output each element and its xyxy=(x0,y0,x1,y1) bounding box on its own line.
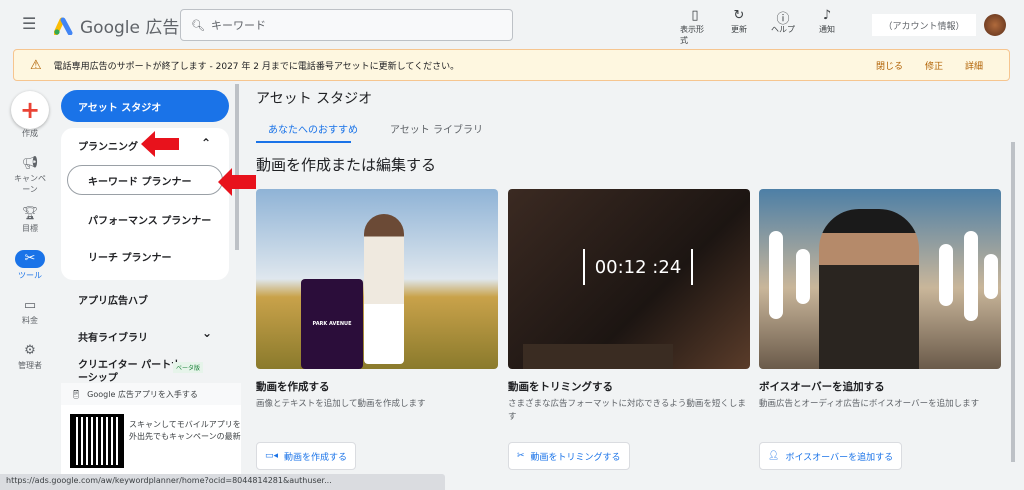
details-button[interactable]: 詳細 xyxy=(965,59,983,72)
card-description: さまざまな広告フォーマットに対応できるよう動画を短くします xyxy=(508,399,746,422)
planning-header[interactable]: プランニング xyxy=(78,138,138,153)
chevron-down-icon[interactable]: ⌄ xyxy=(202,326,212,340)
card-image[interactable]: 00:12 :24 xyxy=(508,189,750,369)
plus-icon: + xyxy=(19,96,41,124)
ads-logo-icon xyxy=(54,17,73,35)
rail-goals[interactable]: 🏆︎ 目標 xyxy=(0,206,60,234)
view-icon: ▯ xyxy=(691,8,699,23)
rail-billing[interactable]: ▭ 料金 xyxy=(0,298,60,326)
main-scrollbar[interactable] xyxy=(1011,142,1015,462)
top-bar: ☰ Google 広告 🔍︎ キーワード ▯ 表示形式 ↻ 更新 ⓘ ヘルプ ♪ 通知 （… xyxy=(0,0,1024,48)
scissors-icon: ✂ xyxy=(517,451,525,461)
card-title: ボイスオーバーを追加する xyxy=(759,381,885,393)
page-title: アセット スタジオ xyxy=(256,91,373,107)
megaphone-icon: 📢︎ xyxy=(21,156,39,171)
nav-reach-planner[interactable]: リーチ プランナー xyxy=(88,249,171,264)
create-button[interactable]: + xyxy=(11,91,49,129)
create-video-button[interactable]: ▭◂ 動画を作成する xyxy=(256,442,357,470)
trophy-icon: 🏆︎ xyxy=(21,206,39,221)
card-title: 動画をトリミングする xyxy=(508,381,613,393)
waveform-bar xyxy=(796,249,810,304)
beta-badge: ベータ版 xyxy=(173,362,204,373)
warning-icon: ⚠ xyxy=(30,57,42,73)
nav-keyword-planner[interactable]: キーワード プランナー xyxy=(67,165,223,195)
nav-creator-partnership[interactable]: クリエイター パートナーシップ xyxy=(78,359,188,385)
credit-card-icon: ▭ xyxy=(23,298,37,313)
status-bar-url: https://ads.google.com/aw/keywordplanner… xyxy=(0,474,445,490)
box-figure xyxy=(523,344,673,369)
notifications-button[interactable]: ♪ 通知 xyxy=(812,8,842,46)
add-voiceover-button[interactable]: 👤︎ ボイスオーバーを追加する xyxy=(759,442,903,470)
active-tab-indicator xyxy=(256,141,351,143)
rail-campaigns[interactable]: 📢︎ キャンペーン xyxy=(0,156,60,195)
menu-icon[interactable]: ☰ xyxy=(22,14,36,33)
fix-button[interactable]: 修正 xyxy=(925,59,943,72)
person-figure xyxy=(819,209,919,369)
card-description: 画像とテキストを追加して動画を作成します xyxy=(256,399,426,409)
avatar[interactable] xyxy=(984,14,1006,36)
help-icon: ⓘ xyxy=(776,12,790,27)
google-ads-logo[interactable]: Google 広告 xyxy=(54,13,179,38)
nav-asset-studio[interactable]: アセット スタジオ xyxy=(61,90,229,122)
search-input[interactable]: 🔍︎ キーワード xyxy=(180,9,513,41)
nav-app-ads-hub[interactable]: アプリ広告ハブ xyxy=(78,292,148,307)
gear-icon: ⚙ xyxy=(24,343,36,358)
section-title: 動画を作成または編集する xyxy=(256,156,437,174)
waveform-bar xyxy=(939,244,953,306)
person-figure xyxy=(364,214,404,364)
card-trim-video: 00:12 :24 動画をトリミングする さまざまな広告フォーマットに対応できる… xyxy=(508,189,750,470)
voice-icon: 👤︎ xyxy=(768,451,780,461)
card-title: 動画を作成する xyxy=(256,381,330,393)
waveform-bar xyxy=(984,254,998,299)
card-create-video: PARK AVENUE 動画を作成する 画像とテキストを追加して動画を作成します… xyxy=(256,189,498,470)
rail-create[interactable]: 作成 xyxy=(0,128,60,139)
trim-video-button[interactable]: ✂ 動画をトリミングする xyxy=(508,442,630,470)
bell-icon: ♪ xyxy=(822,8,832,23)
rail-tools[interactable]: ✂ ツール xyxy=(0,250,60,281)
tools-icon: ✂ xyxy=(15,250,45,268)
waveform-bar xyxy=(964,231,978,321)
park-avenue-overlay: PARK AVENUE xyxy=(301,279,363,369)
tab-recommended[interactable]: あなたへのおすすめ xyxy=(268,121,358,136)
refresh-button[interactable]: ↻ 更新 xyxy=(724,8,754,46)
view-format-button[interactable]: ▯ 表示形式 xyxy=(680,8,710,46)
card-image[interactable]: PARK AVENUE xyxy=(256,189,498,369)
close-banner-button[interactable]: 閉じる xyxy=(876,59,903,72)
timer-overlay: 00:12 :24 xyxy=(583,249,693,285)
rail-admin[interactable]: ⚙ 管理者 xyxy=(0,343,60,371)
help-button[interactable]: ⓘ ヘルプ xyxy=(768,8,798,46)
refresh-icon: ↻ xyxy=(733,8,745,23)
search-icon: 🔍︎ xyxy=(191,18,205,32)
waveform-bar xyxy=(769,231,783,319)
account-info[interactable]: （アカウント情報） xyxy=(872,14,976,36)
nav-scrollbar[interactable] xyxy=(235,84,239,250)
chevron-up-icon[interactable]: ⌃ xyxy=(201,136,211,150)
warning-banner: ⚠ 電話専用広告のサポートが終了します - 2027 年 2 月までに電話番号ア… xyxy=(13,49,1010,81)
tab-asset-library[interactable]: アセット ライブラリ xyxy=(390,121,483,136)
app-promo: 📱︎ Google 広告アプリを入手する スキャンしてモバイルアプリを 外出先でもキ… xyxy=(61,383,241,475)
card-description: 動画広告とオーディオ広告にボイスオーバーを追加します xyxy=(759,399,980,409)
card-add-voiceover: ボイスオーバーを追加する 動画広告とオーディオ広告にボイスオーバーを追加します … xyxy=(759,189,1001,470)
phone-icon: 📱︎ xyxy=(71,389,82,399)
video-camera-icon: ▭◂ xyxy=(265,451,279,461)
card-image[interactable] xyxy=(759,189,1001,369)
nav-shared-library[interactable]: 共有ライブラリ xyxy=(78,329,148,344)
qr-code xyxy=(70,414,124,468)
nav-performance-planner[interactable]: パフォーマンス プランナー xyxy=(88,212,211,227)
